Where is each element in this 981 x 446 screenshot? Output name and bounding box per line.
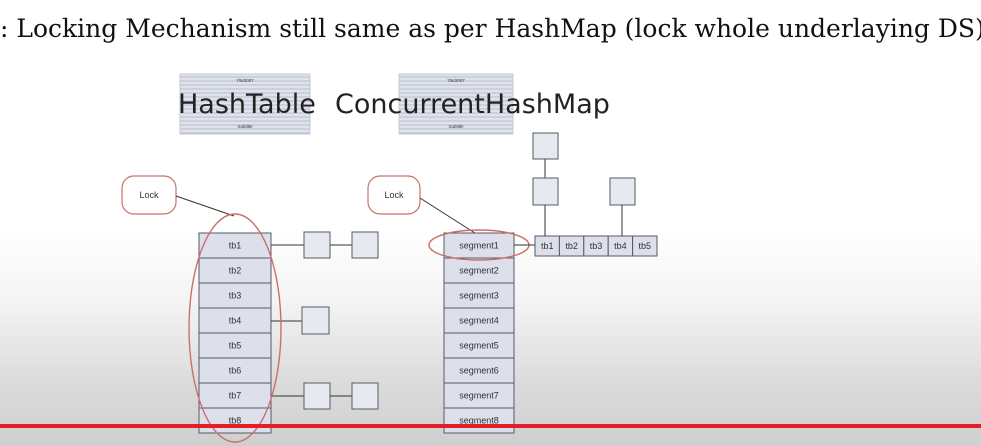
chain-node [532, 132, 559, 160]
chain-node [351, 382, 379, 410]
segment1-bucket-label: tb2 [565, 241, 578, 251]
divider-line [0, 424, 981, 428]
segment1-chains [532, 132, 636, 236]
hashtable-vs-concurrenthashmap-diagram: 7/6/2007 Subtitle HashTable 7/6/2007 Sub… [121, 73, 658, 443]
hashtable-bucket-label: tb6 [229, 366, 242, 376]
hashtable-card-subtitle: Subtitle [237, 124, 253, 129]
segment1-bucket-label: tb3 [590, 241, 603, 251]
concurrent-segment-column: segment1 segment2 segment3 segment4 segment5… [443, 232, 515, 434]
segment-cell-label: segment2 [459, 266, 499, 276]
segment1-bucket-label: tb4 [614, 241, 627, 251]
hashtable-bucket-label: tb5 [229, 341, 242, 351]
hashtable-lock-label: Lock [139, 190, 159, 200]
segment-cell-label: segment4 [459, 316, 499, 326]
concurrent-card-subtitle: Subtitle [448, 124, 464, 129]
chain-node [351, 231, 379, 259]
hashtable-bucket-label: tb1 [229, 241, 242, 251]
hashtable-bucket-label: tb3 [229, 291, 242, 301]
chain-node [303, 382, 331, 410]
concurrent-title: ConcurrentHashMap [335, 89, 610, 120]
hashtable-bucket-column: tb1tb2tb3tb4tb5tb6tb7tb8 [198, 232, 272, 434]
segment1-bucket-row: tb1 tb2 tb3 tb4 tb5 [534, 235, 658, 257]
hashtable-title: HashTable [178, 89, 316, 120]
chain-node [609, 177, 636, 206]
concurrent-lock-label: Lock [384, 190, 404, 200]
segment1-bucket-label: tb5 [639, 241, 652, 251]
chain-node [532, 177, 559, 206]
hashtable-bucket-label: tb7 [229, 391, 242, 401]
segment-cell-label: segment6 [459, 366, 499, 376]
hashtable-lock-connector [175, 195, 235, 217]
segment-cell-label: segment7 [459, 391, 499, 401]
hashtable-bucket-label: tb2 [229, 266, 242, 276]
hashtable-chains [271, 231, 379, 410]
segment1-bucket-label: tb1 [541, 241, 554, 251]
hashtable-bucket-label: tb4 [229, 316, 242, 326]
concurrent-card-date: 7/6/2007 [447, 78, 465, 83]
segment-cell-label: segment5 [459, 341, 499, 351]
segment-cell-label: segment1 [459, 241, 499, 251]
chain-node [301, 306, 330, 335]
hashtable-card-date: 7/6/2007 [236, 78, 254, 83]
segment-cell-label: segment3 [459, 291, 499, 301]
concurrent-lock-connector [419, 197, 479, 236]
chain-node [303, 231, 331, 259]
